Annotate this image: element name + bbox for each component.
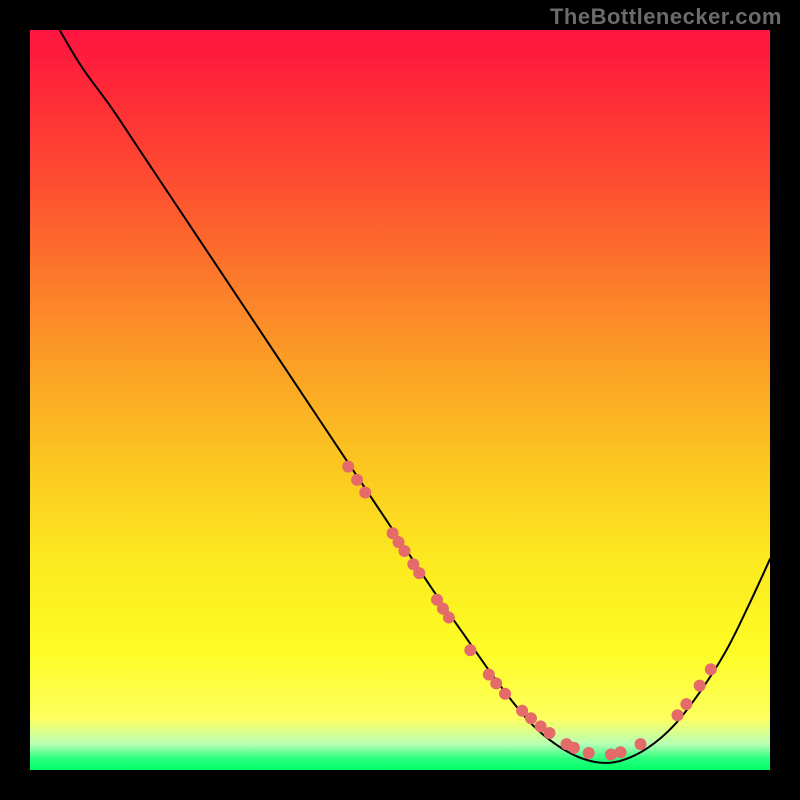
sample-point [694, 680, 706, 692]
sample-point [635, 738, 647, 750]
sample-point [464, 644, 476, 656]
sample-point [543, 727, 555, 739]
sample-point [490, 677, 502, 689]
plot-svg [30, 30, 770, 770]
sample-point [351, 474, 363, 486]
sample-point [443, 612, 455, 624]
sample-point [705, 663, 717, 675]
watermark-text: TheBottlenecker.com [550, 4, 782, 30]
sample-point [342, 461, 354, 473]
bottleneck-curve [60, 30, 770, 763]
sample-point [398, 545, 410, 557]
sample-point [568, 742, 580, 754]
sample-point [499, 688, 511, 700]
sample-point [413, 567, 425, 579]
sample-point [615, 746, 627, 758]
sample-point [680, 698, 692, 710]
sample-point [583, 747, 595, 759]
sample-point [672, 709, 684, 721]
sample-point [525, 712, 537, 724]
plot-area [30, 30, 770, 770]
sample-point [359, 487, 371, 499]
